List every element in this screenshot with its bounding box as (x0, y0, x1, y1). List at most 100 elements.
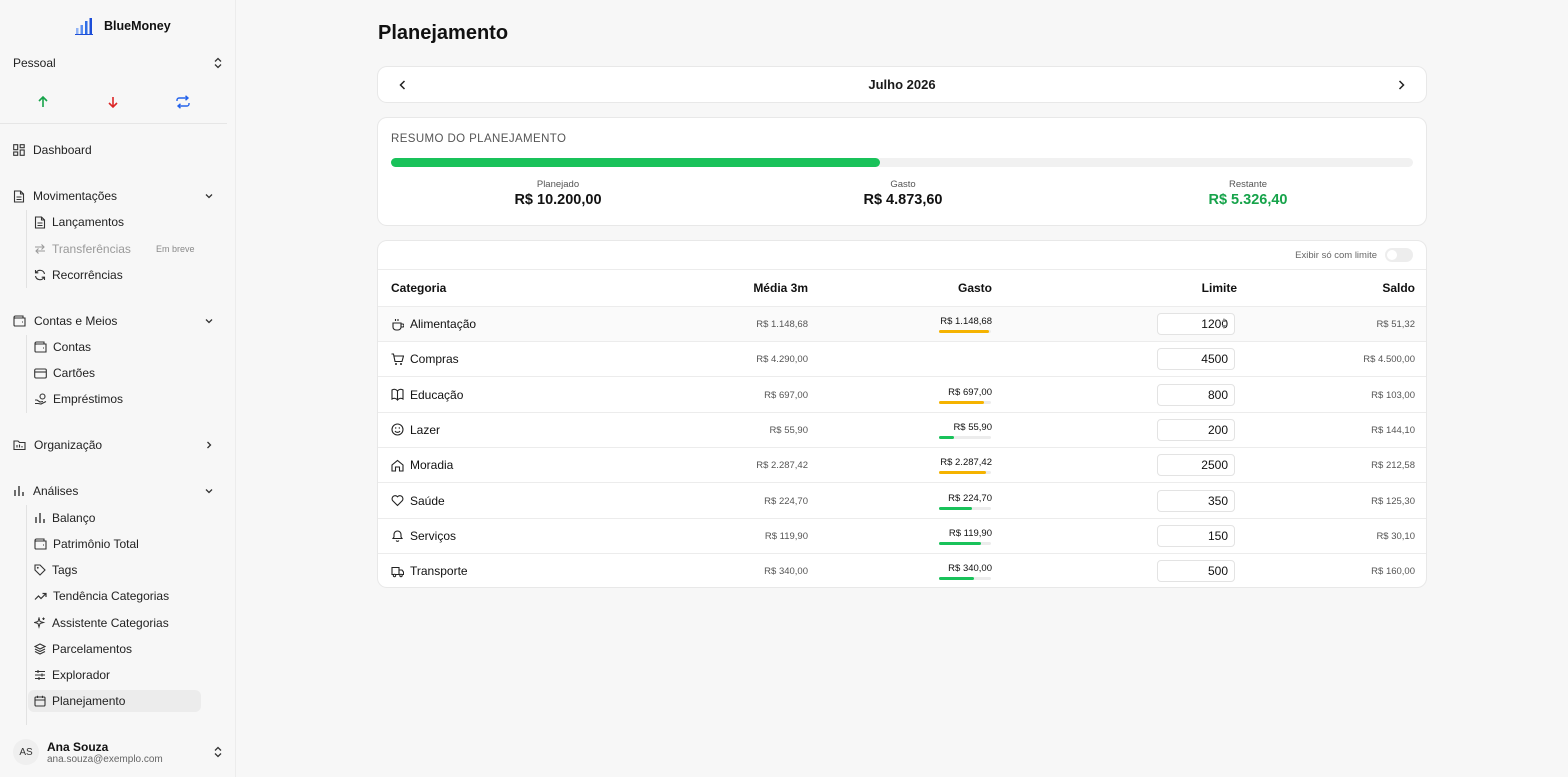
sidebar-item-contas[interactable]: Contas (34, 337, 200, 357)
limit-stepper[interactable]: ▲ ▼ (1220, 317, 1228, 331)
sidebar-item-label: Assistente Categorias (52, 616, 169, 630)
expense-button[interactable] (103, 92, 123, 112)
spent-value: R$ 340,00 (948, 563, 992, 575)
limit-input[interactable] (1157, 348, 1235, 371)
category-name: Alimentação (410, 317, 477, 331)
sidebar-item-label: Lançamentos (52, 215, 125, 229)
hand-coins-icon (35, 393, 47, 405)
limit-input[interactable] (1157, 454, 1235, 477)
transfer-button[interactable] (173, 92, 193, 112)
sidebar-item-label: Empréstimos (53, 392, 124, 406)
sidebar-item-label: Parcelamentos (52, 642, 133, 656)
chevron-down-icon (205, 489, 213, 494)
profile-select[interactable]: Pessoal (13, 54, 223, 72)
sidebar-group-analises[interactable]: Análises (13, 481, 214, 501)
sidebar-item-patrimonio[interactable]: Patrimônio Total (34, 534, 200, 554)
spent-progress-fill (939, 471, 987, 475)
category-cell: Saúde (391, 494, 445, 508)
spent-stat: Gasto R$ 4.873,60 (803, 179, 1003, 208)
table-row: Serviços R$ 119,90 R$ 119,90 R$ 30,10 (378, 519, 1426, 554)
spent-progress-bar (939, 541, 991, 545)
balance-value: R$ 144,10 (1371, 424, 1415, 436)
avg-3m-value: R$ 1.148,68 (756, 319, 808, 330)
income-button[interactable] (33, 92, 53, 112)
avg-3m-value: R$ 2.287,42 (756, 460, 808, 472)
category-cell: Lazer (391, 423, 440, 437)
table-row: Moradia R$ 2.287,42 R$ 2.287,42 R$ 212,58 (378, 448, 1426, 484)
remaining-stat: Restante R$ 5.326,40 (1148, 179, 1348, 208)
balance-value: R$ 125,30 (1371, 495, 1415, 507)
sidebar-item-label: Transferências (52, 242, 131, 256)
limit-input[interactable] (1157, 383, 1235, 406)
limit-input[interactable] (1157, 524, 1235, 547)
summary-progress-bar (391, 158, 1413, 167)
dashboard-icon (13, 144, 25, 156)
sidebar-item-dashboard[interactable]: Dashboard (13, 140, 92, 160)
home-icon (391, 459, 404, 472)
sidebar-group-label: Organização (34, 438, 103, 452)
planned-label: Planejado (536, 179, 580, 190)
column-header-limit[interactable]: Limite (1202, 281, 1237, 295)
category-cell: Transporte (391, 564, 468, 578)
category-cell: Compras (391, 352, 459, 366)
limit-filter-toggle[interactable] (1385, 248, 1413, 262)
sidebar-item-assistente[interactable]: Assistente Categorias (34, 613, 200, 633)
column-header-balance[interactable]: Saldo (1382, 281, 1415, 295)
limit-input[interactable] (1157, 560, 1235, 583)
layers-icon (34, 643, 46, 655)
spent-value: R$ 224,70 (948, 492, 992, 504)
sidebar-item-tags[interactable]: Tags (34, 560, 200, 580)
spent-progress-fill (939, 541, 981, 545)
bar-chart-logo-icon (75, 18, 93, 35)
sidebar-item-balanco[interactable]: Balanço (34, 508, 200, 528)
column-header-spent[interactable]: Gasto (958, 281, 992, 295)
limit-input[interactable] (1157, 489, 1235, 512)
sidebar-group-organizacao[interactable]: Organização (13, 435, 214, 455)
arrows-left-right-icon (35, 244, 45, 254)
column-header-category[interactable]: Categoria (391, 281, 446, 295)
column-header-avg[interactable]: Média 3m (753, 281, 808, 295)
chevron-right-icon (1398, 80, 1405, 90)
sidebar-group-contas[interactable]: Contas e Meios (13, 311, 214, 331)
planning-summary: RESUMO DO PLANEJAMENTO Planejado R$ 10.2… (377, 117, 1427, 226)
sidebar-group-movimentacoes[interactable]: Movimentações (13, 186, 214, 206)
planned-stat: Planejado R$ 10.200,00 (458, 179, 658, 208)
spent-label: Gasto (890, 179, 916, 190)
category-name: Transporte (410, 564, 468, 579)
balance-value: R$ 103,00 (1371, 389, 1415, 401)
sidebar-item-label: Tendência Categorias (53, 589, 170, 603)
category-cell: Alimentação (391, 317, 476, 331)
balance-value: R$ 30,10 (1376, 530, 1415, 542)
sidebar-item-explorador[interactable]: Explorador (34, 665, 200, 685)
sidebar-item-cartoes[interactable]: Cartões (34, 363, 200, 383)
category-name: Lazer (410, 422, 441, 437)
sparkles-icon (34, 617, 46, 629)
spent-progress-bar (939, 400, 991, 404)
sidebar-item-parcelamentos[interactable]: Parcelamentos (34, 639, 200, 659)
limit-input[interactable] (1157, 418, 1235, 441)
brand[interactable]: BlueMoney (74, 16, 171, 36)
spent-value: R$ 697,00 (948, 386, 992, 398)
sidebar-item-emprestimos[interactable]: Empréstimos (34, 389, 200, 409)
arrow-up-icon (38, 95, 48, 107)
sidebar-item-label: Explorador (52, 668, 111, 682)
trending-up-icon (34, 592, 47, 600)
current-month: Julho 2026 (868, 77, 936, 92)
next-month-button[interactable] (1393, 77, 1409, 93)
sidebar-group-label: Movimentações (33, 189, 118, 203)
folder-icon (13, 440, 26, 451)
sidebar-item-tendencia[interactable]: Tendência Categorias (34, 586, 200, 606)
user-menu[interactable]: AS Ana Souza ana.souza@exemplo.com (13, 737, 223, 767)
sidebar-item-recorrencias[interactable]: Recorrências (34, 265, 200, 285)
sidebar: BlueMoney Pessoal Dashboard Movimentaçõe… (0, 0, 236, 777)
sidebar-item-label: Recorrências (52, 268, 123, 282)
user-name: Ana Souza (47, 739, 109, 754)
spent-progress-fill (939, 506, 973, 510)
sidebar-divider (0, 123, 227, 124)
remaining-value: R$ 5.326,40 (1208, 192, 1288, 208)
sidebar-item-planejamento[interactable]: Planejamento (28, 690, 201, 712)
sidebar-item-lancamentos[interactable]: Lançamentos (34, 212, 200, 232)
table-row: Transporte R$ 340,00 R$ 340,00 R$ 160,00 (378, 554, 1426, 587)
sidebar-item-label: Tags (52, 563, 78, 577)
profile-name: Pessoal (13, 56, 56, 70)
